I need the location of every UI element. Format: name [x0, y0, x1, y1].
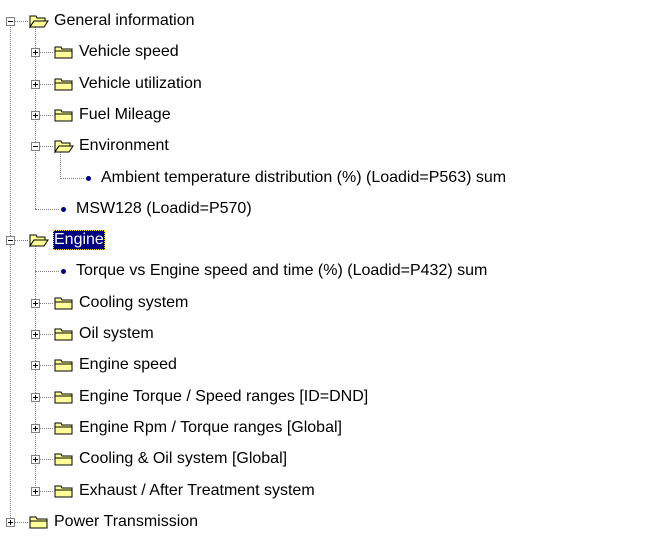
bullet-icon — [61, 269, 66, 275]
tree-node-label[interactable]: Cooling system — [78, 293, 189, 313]
folder-closed-icon — [54, 328, 73, 341]
folder-closed-icon — [54, 453, 73, 466]
tree-node-label[interactable]: Cooling & Oil system [Global] — [78, 449, 288, 469]
tree-node-label[interactable]: Torque vs Engine speed and time (%) (Loa… — [75, 261, 488, 281]
tree-node-label[interactable]: Engine speed — [78, 355, 178, 375]
plus-icon[interactable] — [31, 48, 40, 58]
plus-icon[interactable] — [31, 361, 40, 371]
bullet-icon — [86, 175, 91, 181]
minus-icon[interactable] — [6, 17, 15, 26]
tree-node-label[interactable]: MSW128 (Loadid=P570) — [75, 199, 253, 219]
folder-closed-icon — [29, 516, 48, 529]
plus-icon[interactable] — [31, 486, 40, 496]
folder-closed-icon — [54, 109, 73, 122]
tree-node-label[interactable]: General information — [53, 11, 196, 31]
plus-icon[interactable] — [31, 392, 40, 402]
folder-open-icon — [29, 15, 49, 29]
tree-node-label[interactable]: Oil system — [78, 324, 155, 344]
plus-icon[interactable] — [31, 298, 40, 308]
folder-closed-icon — [54, 359, 73, 372]
plus-icon[interactable] — [6, 517, 15, 527]
tree-node-label[interactable]: Ambient temperature distribution (%) (Lo… — [100, 168, 507, 188]
tree-connector-line — [60, 152, 61, 178]
plus-icon[interactable] — [31, 423, 40, 433]
folder-closed-icon — [54, 485, 73, 497]
tree-view[interactable]: General information Vehicle speed Vehicle … — [0, 0, 662, 544]
folder-closed-icon — [54, 391, 73, 404]
folder-open-icon — [54, 140, 74, 154]
tree-node-label[interactable]: Vehicle speed — [78, 42, 180, 62]
tree-node-label[interactable]: Environment — [78, 136, 170, 156]
minus-icon[interactable] — [31, 142, 40, 152]
folder-closed-icon — [54, 78, 73, 91]
tree-node-label[interactable]: Power Transmission — [53, 512, 199, 532]
folder-closed-icon — [54, 46, 73, 59]
minus-icon[interactable] — [6, 236, 15, 246]
tree-node-label[interactable]: Engine — [53, 230, 105, 251]
tree-connector-line — [35, 271, 59, 273]
tree-connector-line — [10, 21, 11, 241]
folder-closed-icon — [54, 297, 73, 310]
tree-node-label[interactable]: Exhaust / After Treatment system — [78, 481, 316, 501]
tree-connector-line — [60, 177, 84, 179]
tree-connector-line — [10, 240, 11, 522]
tree-connector-line — [35, 208, 59, 210]
folder-closed-icon — [54, 422, 73, 435]
tree-connector-line — [35, 146, 36, 209]
folder-open-icon — [29, 234, 49, 248]
plus-icon[interactable] — [31, 330, 40, 339]
tree-node-label[interactable]: Vehicle utilization — [78, 74, 203, 94]
tree-connector-line — [35, 246, 36, 272]
tree-node-label[interactable]: Fuel Mileage — [78, 105, 172, 125]
tree-node-label[interactable]: Engine Rpm / Torque ranges [Global] — [78, 418, 343, 438]
bullet-icon — [61, 206, 66, 212]
tree-node-label[interactable]: Engine Torque / Speed ranges [ID=DND] — [78, 387, 369, 407]
plus-icon[interactable] — [31, 110, 40, 120]
plus-icon[interactable] — [31, 79, 40, 89]
plus-icon[interactable] — [31, 455, 40, 465]
